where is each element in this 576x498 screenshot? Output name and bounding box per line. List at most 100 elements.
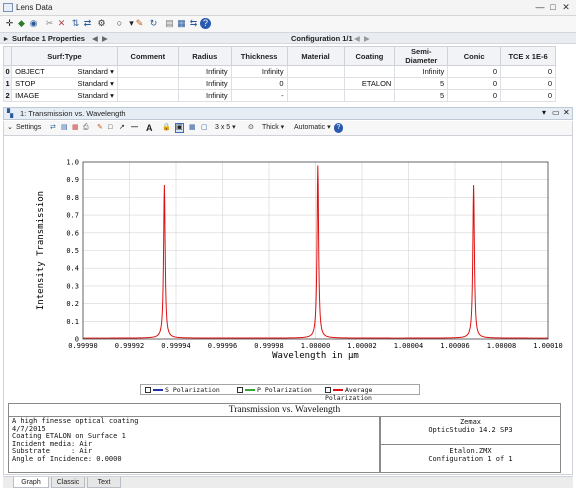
col-coating[interactable]: Coating [343, 46, 396, 66]
copy-icon[interactable]: ▤ [61, 123, 68, 133]
y-tick-label: 1.0 [66, 159, 79, 167]
conic-cell[interactable]: 0 [447, 77, 502, 90]
next-config-button[interactable]: ▶ [364, 34, 370, 43]
paste-icon[interactable]: ▦ [176, 18, 187, 29]
restore-icon[interactable]: ▭ [552, 108, 560, 117]
table-header-row: Surf:Type Comment Radius Thickness Mater… [2, 46, 556, 66]
legend-s-polarization[interactable]: S Polarization [145, 386, 220, 394]
surface-type[interactable]: Standard ▾ [78, 79, 114, 88]
make-focal-icon[interactable]: ⚙ [96, 18, 107, 29]
line-icon[interactable]: — [131, 123, 138, 133]
comment-cell[interactable] [116, 65, 179, 78]
window-icon[interactable]: ▢ [201, 123, 208, 133]
col-surf-type[interactable]: Surf:Type [11, 46, 118, 66]
radius-cell[interactable]: Infinity [177, 77, 232, 90]
prev-config-button[interactable]: ◀ [354, 34, 360, 43]
scaling-selector[interactable]: Automatic ▾ [294, 123, 331, 133]
coating-cell[interactable] [343, 89, 396, 102]
surface-type[interactable]: Standard ▾ [78, 91, 114, 100]
sort-icon[interactable]: ⇅ [70, 18, 81, 29]
pin-icon[interactable]: ▾ [542, 108, 546, 117]
thickness-cell[interactable]: Infinity [230, 65, 288, 78]
copy-icon[interactable]: ▤ [164, 18, 175, 29]
legend-checkbox[interactable] [145, 387, 151, 393]
comment-cell[interactable] [116, 77, 179, 90]
thickness-cell[interactable]: 0 [230, 77, 288, 90]
layout-selector[interactable]: 3 x 5 ▾ [215, 123, 236, 133]
col-material[interactable]: Material [286, 46, 345, 66]
settings-chevron-icon[interactable]: ⌄ [7, 123, 13, 133]
record-icon[interactable]: ⊙ [248, 123, 254, 133]
surface-type[interactable]: Standard ▾ [78, 67, 114, 76]
text-icon[interactable]: A [146, 123, 153, 133]
maximize-button[interactable]: □ [547, 2, 559, 13]
semi-diameter-cell[interactable]: Infinity [394, 65, 449, 78]
coating-cell[interactable] [343, 65, 396, 78]
material-cell[interactable] [286, 77, 345, 90]
conic-cell[interactable]: 0 [447, 65, 502, 78]
close-button[interactable]: ✕ [560, 2, 572, 13]
tce-cell[interactable]: 0 [500, 65, 556, 78]
prev-surface-button[interactable]: ◀ [92, 34, 98, 43]
scissors-icon[interactable]: ✂ [44, 18, 55, 29]
app-icon [3, 3, 13, 12]
col-tce[interactable]: TCE x 1E-6 [500, 46, 556, 66]
radius-cell[interactable]: Infinity [177, 65, 232, 78]
radius-cell[interactable]: Infinity [177, 89, 232, 102]
conic-cell[interactable]: 0 [447, 89, 502, 102]
material-cell[interactable] [286, 89, 345, 102]
insert-surface-icon[interactable]: ◆ [16, 18, 27, 29]
save-icon[interactable]: ▦ [72, 123, 79, 133]
tab-classic[interactable]: Classic [51, 477, 85, 488]
surface-icon[interactable]: ◉ [28, 18, 39, 29]
x-tick-label: 0.99992 [115, 342, 145, 350]
legend-p-polarization[interactable]: P Polarization [237, 386, 312, 394]
legend-checkbox[interactable] [237, 387, 243, 393]
col-conic[interactable]: Conic [447, 46, 502, 66]
col-semi-diameter[interactable]: Semi-Diameter [394, 46, 449, 66]
next-surface-button[interactable]: ▶ [102, 34, 108, 43]
solve-icon[interactable]: ○ [114, 18, 125, 29]
table-row[interactable]: 2 IMAGE Standard ▾ Infinity - 5 0 0 [2, 89, 556, 102]
table-row[interactable]: 0 OBJECT Standard ▾ Infinity Infinity Inf… [2, 65, 556, 78]
rectangle-icon[interactable]: □ [108, 123, 112, 133]
help-icon[interactable]: ? [334, 123, 343, 133]
line-thickness-selector[interactable]: Thick ▾ [262, 123, 284, 133]
coating-cell[interactable]: ETALON [343, 77, 396, 90]
update-icon[interactable]: ⇄ [50, 123, 56, 133]
table-row[interactable]: 1 STOP Standard ▾ Infinity 0 ETALON 5 0 0 [2, 77, 556, 90]
surf-type-cell[interactable]: STOP Standard ▾ [11, 77, 118, 90]
surf-type-cell[interactable]: IMAGE Standard ▾ [11, 89, 118, 102]
swap-icon[interactable]: ⇆ [188, 18, 199, 29]
legend-checkbox[interactable] [325, 387, 331, 393]
close-analysis-icon[interactable]: ✕ [563, 108, 570, 117]
minimize-button[interactable]: — [534, 2, 546, 13]
print-icon[interactable]: ⎙ [83, 123, 89, 133]
tce-cell[interactable]: 0 [500, 77, 556, 90]
col-thickness[interactable]: Thickness [230, 46, 288, 66]
material-cell[interactable] [286, 65, 345, 78]
settings-button[interactable]: Settings [16, 123, 41, 133]
thickness-cell[interactable]: - [230, 89, 288, 102]
semi-diameter-cell[interactable]: 5 [394, 77, 449, 90]
arrow-icon[interactable]: ↗ [119, 123, 125, 133]
pencil-icon[interactable]: ✎ [134, 18, 145, 29]
clipboard-icon[interactable]: ▦ [189, 123, 196, 133]
col-comment[interactable]: Comment [116, 46, 179, 66]
legend-average-polarization[interactable]: Average Polarization [325, 386, 419, 402]
help-icon[interactable]: ? [200, 18, 211, 29]
surf-type-cell[interactable]: OBJECT Standard ▾ [11, 65, 118, 78]
fit-icon[interactable]: ▣ [175, 123, 184, 133]
lock-icon[interactable]: 🔒 [162, 123, 171, 133]
col-radius[interactable]: Radius [177, 46, 232, 66]
refresh-icon[interactable]: ↻ [148, 18, 159, 29]
semi-diameter-cell[interactable]: 5 [394, 89, 449, 102]
tce-cell[interactable]: 0 [500, 89, 556, 102]
tab-graph[interactable]: Graph [13, 477, 49, 488]
pencil-icon[interactable]: ✎ [97, 123, 103, 133]
delete-surface-icon[interactable]: ✕ [56, 18, 67, 29]
reverse-icon[interactable]: ⇄ [82, 18, 93, 29]
comment-cell[interactable] [116, 89, 179, 102]
surface-properties-label[interactable]: Surface 1 Properties [12, 34, 85, 43]
tab-text[interactable]: Text [87, 477, 121, 488]
